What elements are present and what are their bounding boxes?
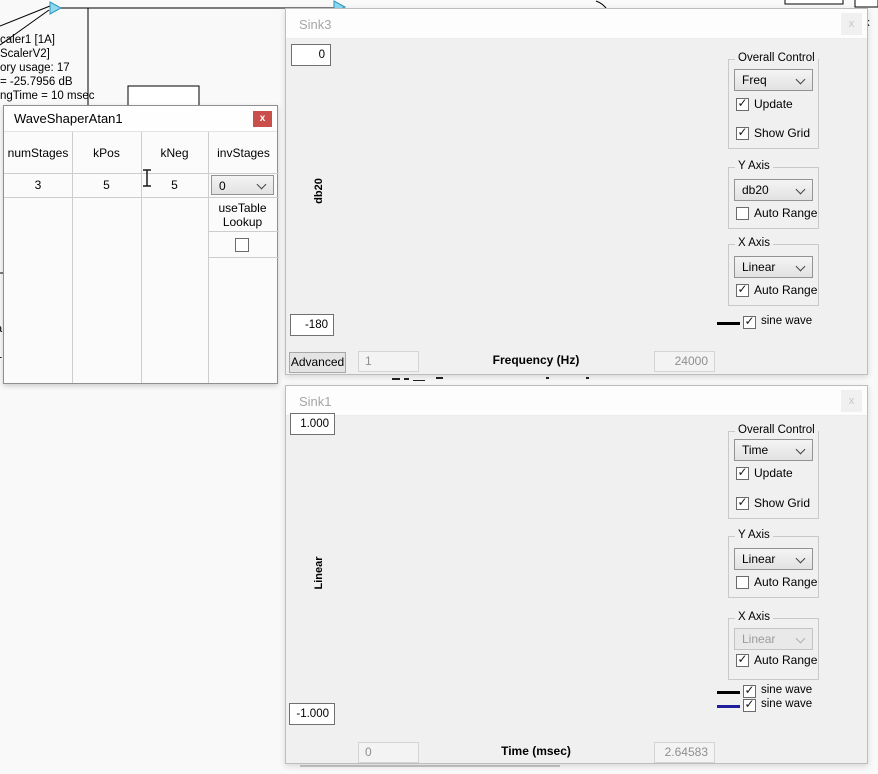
show-grid-checkbox[interactable] xyxy=(736,497,749,510)
fft-plot[interactable] xyxy=(326,51,715,354)
x-max-input[interactable]: 2.64583 xyxy=(654,742,715,763)
usetable-lookup-label: useTable Lookup xyxy=(209,201,276,229)
module-info-text: ngTime = 10 msec xyxy=(0,90,95,102)
y-max-input[interactable]: 0 xyxy=(291,44,331,66)
legend-trace-label: sine wave xyxy=(761,684,812,696)
y-axis-unit-label: db20 xyxy=(313,151,325,231)
legend-trace-label: sine wave xyxy=(761,315,812,327)
background-text-fragment: 1 xyxy=(0,349,2,361)
x-auto-range-checkbox[interactable] xyxy=(736,654,749,667)
legend-trace-checkbox[interactable] xyxy=(743,699,756,712)
legend-line-swatch xyxy=(717,705,740,708)
sink3-window: Sink3 x 0 -180 db20 Frequency (Hz) Advan… xyxy=(285,8,868,375)
numstages-value-field[interactable]: 3 xyxy=(4,173,72,197)
x-auto-range-label: Auto Range xyxy=(754,653,817,667)
show-grid-checkbox[interactable] xyxy=(736,127,749,140)
module-info-text: = -25.7956 dB xyxy=(0,76,73,88)
legend-trace-checkbox[interactable] xyxy=(743,316,756,329)
waveshaper-window: WaveShaperAtan1 x numStages kPos kNeg in… xyxy=(3,105,278,384)
column-header-kneg: kNeg xyxy=(141,132,208,173)
y-auto-range-label: Auto Range xyxy=(754,206,817,220)
module-info-text: ScalerV2] xyxy=(0,48,50,60)
kpos-value-field[interactable]: 5 xyxy=(72,173,141,197)
background-text-fragment xyxy=(392,377,589,381)
sink1-titlebar[interactable]: Sink1 x xyxy=(286,386,867,416)
column-header-invstages: invStages xyxy=(208,132,279,173)
x-axis-mode-select[interactable]: Linear xyxy=(734,256,813,278)
module-info-text: caler1 [1A] xyxy=(0,34,55,46)
y-auto-range-checkbox[interactable] xyxy=(736,576,749,589)
overall-control-select[interactable]: Time xyxy=(734,439,813,461)
close-icon[interactable]: x xyxy=(841,390,862,412)
legend-line-swatch xyxy=(717,691,740,694)
waveshaper-title: WaveShaperAtan1 xyxy=(14,111,123,126)
x-axis-title: Time (msec) xyxy=(386,744,686,758)
y-axis-mode-select[interactable]: db20 xyxy=(734,179,813,201)
legend-trace-label: sine wave xyxy=(761,698,812,710)
module-info-text: ory usage: 17 xyxy=(0,62,70,74)
x-axis-mode-select[interactable]: Linear xyxy=(734,628,813,650)
invstages-select[interactable]: 0 xyxy=(211,175,274,195)
y-axis-unit-label: Linear xyxy=(313,533,325,613)
y-axis-mode-select[interactable]: Linear xyxy=(734,548,813,570)
y-auto-range-checkbox[interactable] xyxy=(736,207,749,220)
x-auto-range-label: Auto Range xyxy=(754,283,817,297)
row-divider xyxy=(208,257,279,258)
y-auto-range-label: Auto Range xyxy=(754,575,817,589)
overall-control-group-label: Overall Control xyxy=(735,424,818,436)
overall-control-select[interactable]: Freq xyxy=(734,69,813,91)
row-divider xyxy=(208,231,279,232)
row-divider xyxy=(4,197,279,198)
show-grid-checkbox-label: Show Grid xyxy=(754,496,810,510)
x-max-input[interactable]: 24000 xyxy=(654,351,715,372)
column-header-numstages: numStages xyxy=(4,132,72,173)
column-header-kpos: kPos xyxy=(72,132,141,173)
waveshaper-titlebar[interactable]: WaveShaperAtan1 x xyxy=(4,106,277,132)
sink3-titlebar[interactable]: Sink3 x xyxy=(286,9,867,39)
show-grid-checkbox-label: Show Grid xyxy=(754,126,810,140)
usetable-lookup-checkbox[interactable] xyxy=(235,238,249,252)
x-axis-title: Frequency (Hz) xyxy=(386,353,686,367)
x-axis-group-label: X Axis xyxy=(735,611,773,623)
update-checkbox-label: Update xyxy=(754,466,793,480)
update-checkbox[interactable] xyxy=(736,98,749,111)
diagram-block xyxy=(785,0,843,4)
advanced-button[interactable]: Advanced xyxy=(289,352,346,373)
close-icon[interactable]: x xyxy=(253,111,272,127)
x-min-input[interactable]: 1 xyxy=(358,351,419,372)
update-checkbox[interactable] xyxy=(736,467,749,480)
x-min-input[interactable]: 0 xyxy=(358,742,419,763)
sink1-title: Sink1 xyxy=(299,394,332,409)
wire-arrow-icon xyxy=(50,2,61,14)
x-auto-range-checkbox[interactable] xyxy=(736,284,749,297)
text-cursor-icon xyxy=(141,169,153,189)
y-axis-group-label: Y Axis xyxy=(735,529,773,541)
overall-control-group-label: Overall Control xyxy=(735,52,818,64)
sink3-title: Sink3 xyxy=(299,17,332,32)
sink1-window: Sink1 x 1.000 -1.000 Linear Time (msec) … xyxy=(285,385,868,764)
x-axis-group-label: X Axis xyxy=(735,237,773,249)
legend-line-swatch xyxy=(717,322,740,325)
update-checkbox-label: Update xyxy=(754,97,793,111)
desktop: caler1 [1A] ScalerV2] ory usage: 17 = -2… xyxy=(0,0,878,774)
diagram-block xyxy=(855,0,878,7)
y-axis-group-label: Y Axis xyxy=(735,160,773,172)
time-plot[interactable] xyxy=(326,426,715,741)
close-icon[interactable]: x xyxy=(841,13,862,35)
